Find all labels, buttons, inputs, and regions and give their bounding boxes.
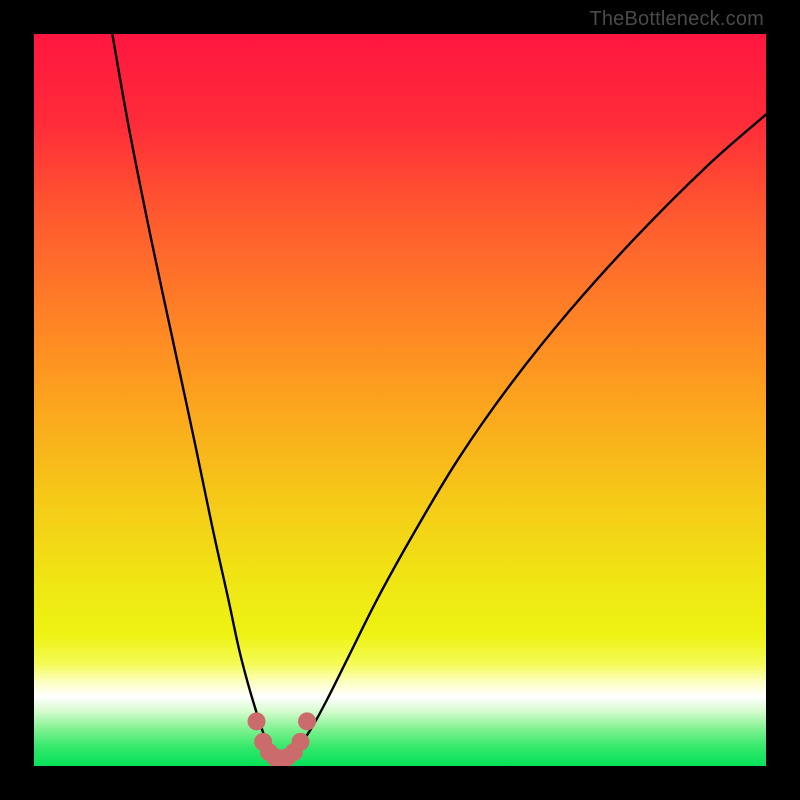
highlight-dot — [291, 733, 309, 751]
highlight-dot — [298, 712, 316, 730]
plot-area — [34, 34, 766, 766]
watermark-text: TheBottleneck.com — [589, 8, 764, 31]
highlight-dot — [248, 712, 266, 730]
plot-svg — [34, 34, 766, 766]
gradient-background — [34, 34, 766, 766]
